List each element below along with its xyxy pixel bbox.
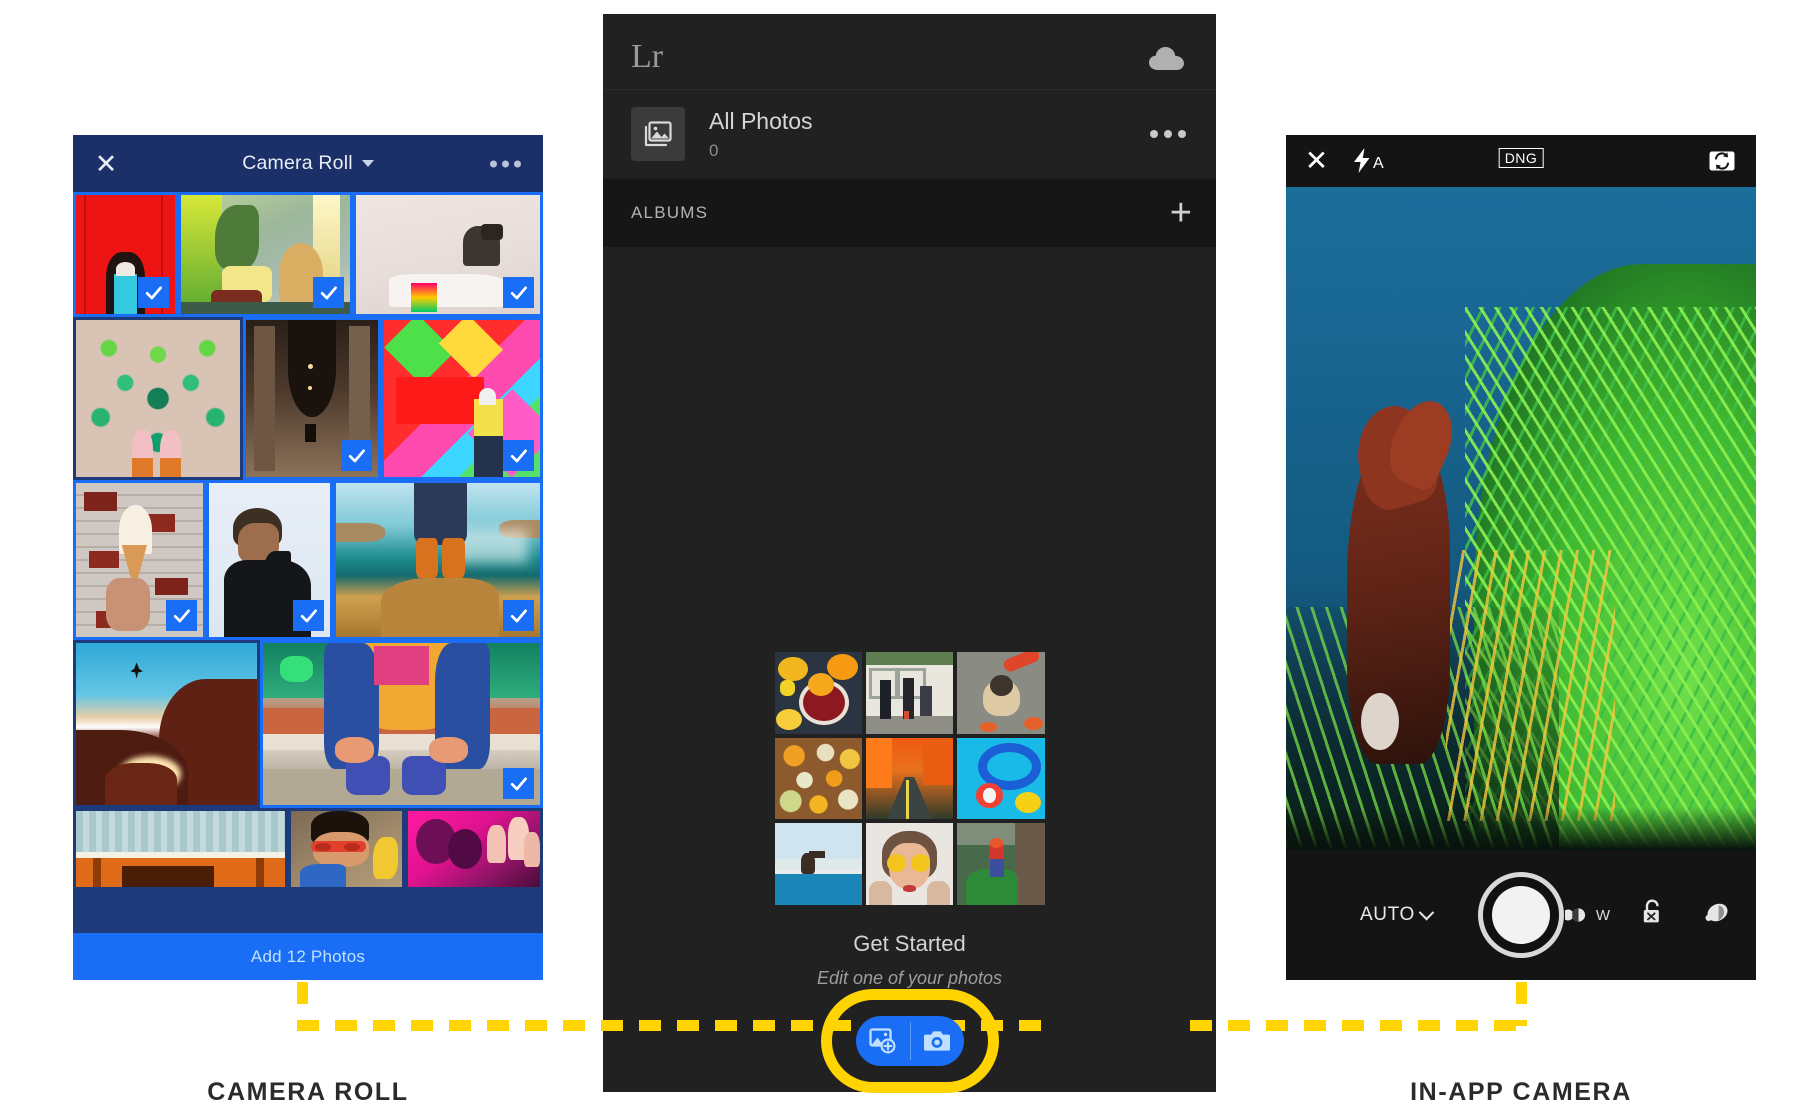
get-started-thumb [865, 652, 954, 734]
switch-camera-icon[interactable] [1708, 147, 1736, 178]
photo-thumb[interactable] [288, 808, 405, 890]
camera-bottombar: AUTO W [1286, 850, 1756, 980]
get-started-block: Get Started Edit one of your photos [774, 652, 1045, 989]
photo-thumb[interactable] [405, 808, 543, 890]
photo-thumb[interactable] [73, 808, 288, 890]
photo-thumb[interactable] [381, 317, 543, 480]
plus-icon[interactable]: + [1170, 194, 1192, 232]
all-photos-row[interactable]: All Photos 0 [603, 90, 1216, 179]
photo-row [73, 317, 543, 480]
photo-thumb[interactable] [333, 480, 543, 640]
get-started-thumb [774, 737, 862, 820]
overflow-menu-icon[interactable] [1150, 130, 1186, 138]
get-started-thumb [774, 652, 862, 734]
all-photos-count: 0 [709, 140, 719, 160]
photo-thumb[interactable] [260, 640, 543, 808]
get-started-thumb [865, 823, 954, 905]
lightroom-header: Lr [603, 14, 1216, 90]
get-started-thumb [774, 823, 862, 905]
format-badge[interactable]: DNG [1498, 148, 1544, 168]
photo-thumb[interactable] [353, 192, 543, 317]
all-photos-title: All Photos [709, 107, 813, 134]
photo-thumb[interactable] [178, 192, 353, 317]
albums-section-header: ALBUMS + [603, 179, 1216, 247]
photo-thumb[interactable] [73, 317, 243, 480]
camera-preview[interactable] [1286, 135, 1756, 850]
camera-roll-grid [73, 192, 543, 890]
photo-selected-check[interactable] [503, 440, 534, 471]
photo-thumb[interactable] [243, 317, 381, 480]
lightroom-action-buttons [820, 989, 999, 1093]
photo-thumb[interactable] [73, 640, 260, 808]
photo-thumb[interactable] [73, 480, 206, 640]
get-started-thumb [957, 652, 1045, 734]
camera-roll-topbar: ✕ Camera Roll [73, 135, 543, 192]
camera-roll-panel: ✕ Camera Roll Add 12 Photos [73, 135, 543, 980]
get-started-subtitle: Edit one of your photos [816, 968, 1003, 988]
photo-selected-check[interactable] [503, 768, 534, 799]
photo-selected-check[interactable] [503, 277, 534, 308]
connector-right-vertical [1516, 982, 1527, 1026]
flash-mode-label: A [1373, 155, 1384, 172]
in-app-camera-panel: ✕ A DNG AUTO W [1286, 135, 1756, 980]
get-started-thumb [957, 737, 1045, 820]
caption-camera-roll: CAMERA ROLL [207, 1078, 409, 1106]
photo-selected-check[interactable] [313, 277, 344, 308]
lightroom-panel: Lr All Photos 0 ALBUMS + Get Started Edi… [603, 14, 1216, 1093]
add-photos-button[interactable]: Add 12 Photos [73, 933, 543, 980]
chevron-down-icon [1418, 904, 1435, 920]
shutter-button[interactable] [1478, 872, 1564, 958]
photo-selected-check[interactable] [166, 600, 197, 631]
get-started-thumb [865, 737, 954, 820]
add-photo-button[interactable] [856, 1028, 910, 1054]
photo-row [73, 640, 543, 808]
photo-row [73, 192, 543, 317]
capture-mode-label: AUTO [1360, 904, 1415, 925]
lightroom-body: Get Started Edit one of your photos [603, 247, 1216, 1093]
photo-row [73, 808, 543, 890]
overflow-menu-icon[interactable] [490, 160, 521, 167]
flash-auto-icon[interactable]: A [1352, 148, 1384, 173]
photo-selected-check[interactable] [503, 600, 534, 631]
photo-selected-check[interactable] [138, 277, 169, 308]
action-pill [855, 1016, 964, 1066]
add-photos-label: Add 12 Photos [250, 946, 366, 966]
get-started-thumb-grid [774, 652, 1045, 905]
photos-library-icon [631, 107, 685, 161]
connector-right-horizontal [1190, 1020, 1522, 1031]
photo-row [73, 480, 543, 640]
get-started-thumb [957, 823, 1045, 905]
get-started-title: Get Started [853, 931, 966, 956]
caption-in-app-camera: IN-APP CAMERA [1410, 1078, 1632, 1106]
preset-icon[interactable] [1703, 901, 1730, 930]
white-balance-label: W [1595, 906, 1610, 924]
lightroom-logo: Lr [631, 38, 664, 75]
cloud-icon[interactable] [1148, 46, 1186, 77]
photo-thumb[interactable] [206, 480, 333, 640]
exposure-lock-icon[interactable] [1640, 899, 1664, 931]
photo-selected-check[interactable] [341, 440, 372, 471]
camera-button[interactable] [910, 1029, 964, 1053]
camera-roll-title-dropdown[interactable]: Camera Roll [73, 152, 543, 175]
albums-label: ALBUMS [631, 203, 709, 222]
white-balance-icon[interactable]: W [1564, 904, 1610, 926]
photo-thumb[interactable] [73, 192, 178, 317]
camera-roll-title: Camera Roll [242, 152, 353, 174]
chevron-down-icon [361, 160, 374, 167]
close-icon[interactable]: ✕ [1303, 147, 1330, 175]
camera-topbar: ✕ A DNG [1286, 135, 1756, 187]
photo-selected-check[interactable] [293, 600, 324, 631]
capture-mode-selector[interactable]: AUTO [1360, 904, 1435, 926]
